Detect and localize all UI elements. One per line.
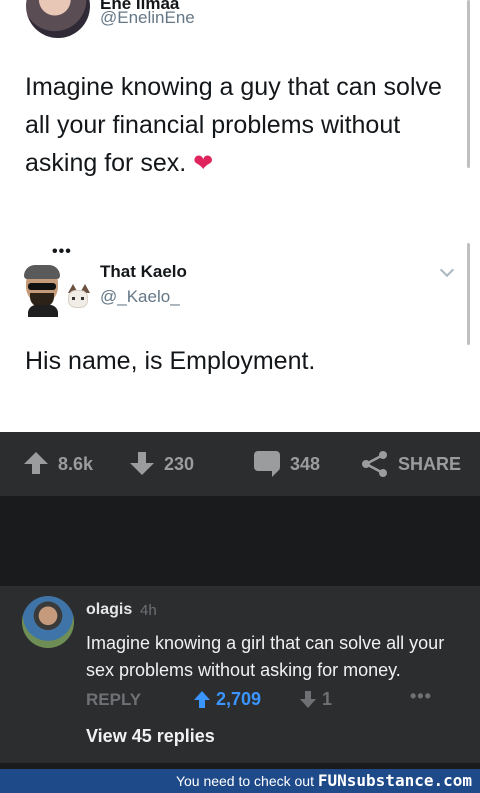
comment-timestamp: 4h (140, 602, 157, 619)
avatar[interactable] (22, 596, 74, 648)
comment-text: Imagine knowing a girl that can solve al… (86, 630, 470, 684)
comment-upvote-count: 2,709 (216, 689, 262, 709)
comment: olagis 4h Imagine knowing a girl that ca… (0, 586, 480, 763)
more-options-icon[interactable]: ••• (410, 686, 432, 707)
upvote-icon (22, 452, 50, 476)
chevron-down-icon[interactable] (439, 262, 455, 278)
post-action-bar: 8.6k 230 348 SHARE (0, 432, 480, 496)
heart-icon: ❤ (193, 150, 214, 177)
comment-count: 348 (290, 453, 321, 474)
section-divider (0, 496, 480, 586)
comment-downvote-count: 1 (322, 689, 333, 709)
avatar (26, 0, 90, 38)
share-button[interactable]: SHARE (360, 432, 461, 496)
comment-icon (254, 451, 282, 477)
comment-text-line: sex problems without asking for money. (86, 660, 401, 680)
tweet-author-handle: @EnelinEne (100, 8, 195, 27)
tweet-text-line: Imagine knowing a guy that can solve (25, 73, 442, 101)
tweet-screenshot: Ene Ilmaa @EnelinEne Imagine knowing a g… (0, 0, 480, 432)
comment-downvote-button[interactable]: 1 (300, 689, 332, 710)
tweet-author-handle: @_Kaelo_ (100, 287, 180, 306)
comment-text-line: Imagine knowing a girl that can solve al… (86, 633, 445, 653)
tweet-author-name: That Kaelo (100, 262, 187, 281)
thread-dots-icon: ••• (52, 243, 72, 260)
view-replies-link[interactable]: View 45 replies (86, 726, 215, 747)
avatar (24, 265, 64, 317)
footer-brand: FUNsubstance.com (317, 771, 472, 790)
comment-upvote-button[interactable]: 2,709 (194, 689, 261, 710)
scrollbar[interactable] (467, 0, 470, 168)
watermark-footer: You need to check out FUNsubstance.com (0, 769, 480, 793)
share-icon (360, 450, 390, 478)
tweet-text: His name, is Employment. (25, 347, 316, 375)
upvote-icon (194, 690, 210, 709)
downvote-icon (300, 690, 316, 709)
downvote-icon (128, 452, 156, 476)
tweet-text-line: asking for sex. ❤ (25, 144, 465, 183)
upvote-count: 8.6k (58, 453, 94, 474)
downvote-button[interactable]: 230 (128, 432, 194, 496)
comment-username[interactable]: olagis (86, 601, 132, 619)
upvote-button[interactable]: 8.6k (22, 432, 93, 496)
reply-button[interactable]: REPLY (86, 690, 141, 710)
tweet-text: Imagine knowing a guy that can solve all… (25, 68, 465, 183)
cat-icon (66, 284, 90, 312)
scrollbar[interactable] (467, 243, 470, 345)
share-label: SHARE (398, 453, 462, 474)
comments-button[interactable]: 348 (254, 432, 320, 496)
footer-text: You need to check out (175, 773, 314, 789)
tweet-text-line-content: asking for sex. (25, 149, 187, 177)
tweet-text-line: all your financial problems without (25, 111, 401, 139)
downvote-count: 230 (164, 453, 195, 474)
